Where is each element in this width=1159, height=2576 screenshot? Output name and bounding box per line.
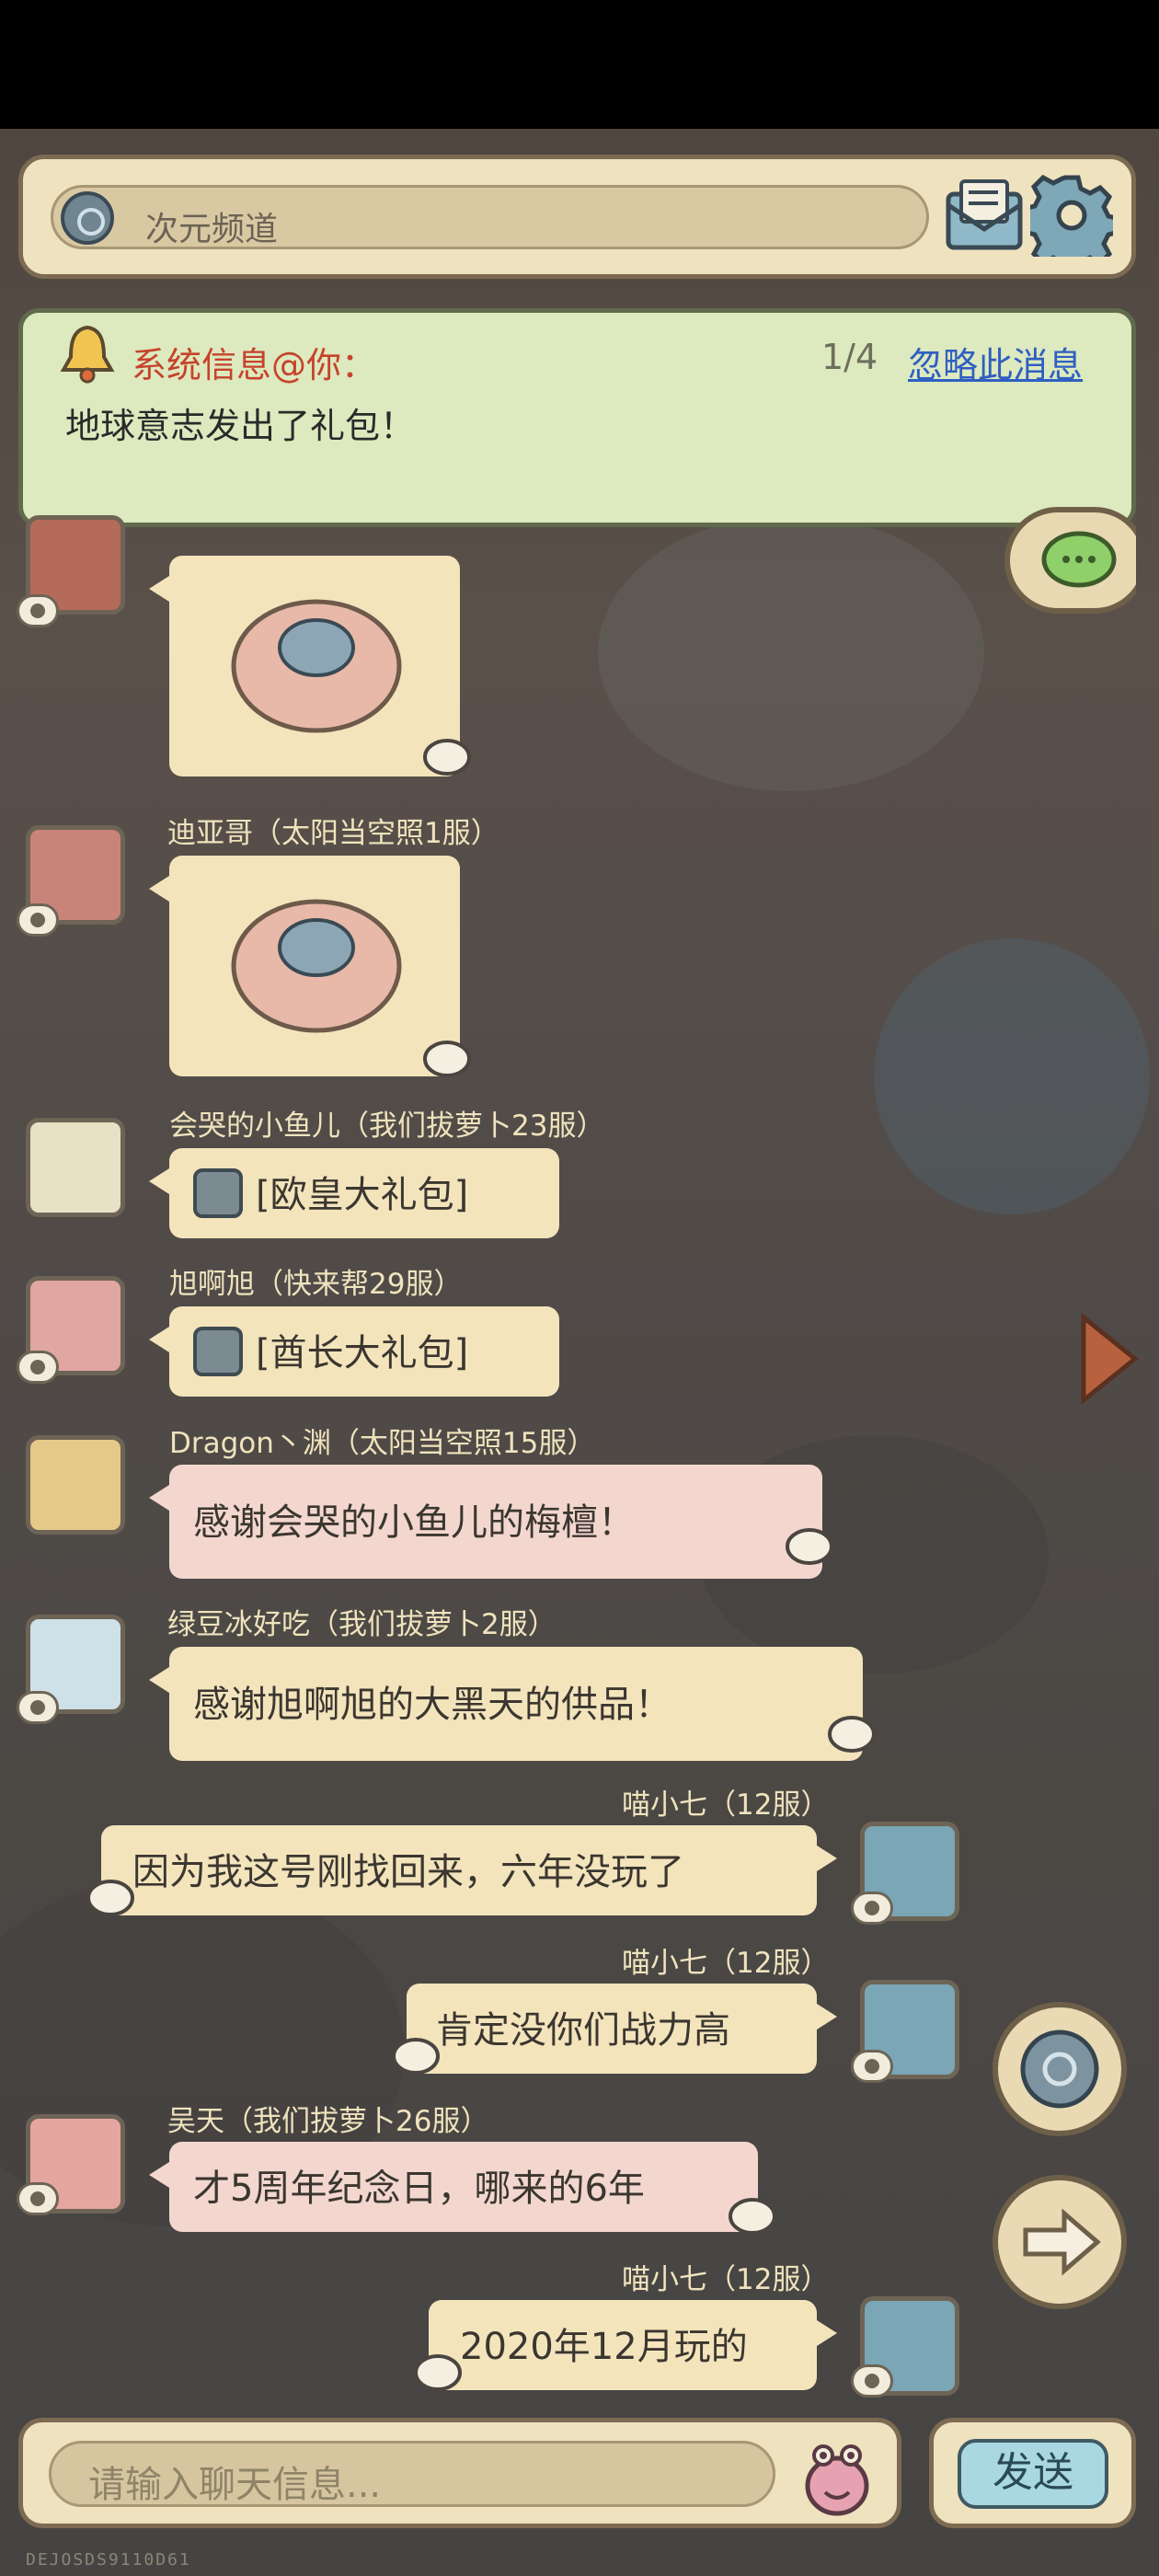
message-bubble[interactable]: [欧皇大礼包] [149,1148,559,1238]
gear-icon[interactable] [1030,174,1113,257]
status-bar [0,0,1159,129]
channel-selector[interactable]: 次元频道 [51,185,929,249]
view-profile-icon[interactable] [851,1892,893,1925]
send-button[interactable]: 发送 [958,2439,1108,2509]
sender-name: 绿豆冰好吃（我们拔萝卜2服） [167,1608,557,1641]
arrow-icon[interactable] [1078,1308,1142,1409]
message-text: [欧皇大礼包] [256,1174,469,1216]
message-bubble[interactable]: [酋长大礼包] [149,1306,559,1397]
view-profile-icon[interactable] [17,1351,59,1384]
view-profile-icon[interactable] [17,903,59,937]
view-profile-icon[interactable] [851,2364,893,2398]
sticker-bubble [149,556,460,776]
avatar[interactable] [26,1435,125,1535]
sticker-image [231,899,402,1033]
sender-name: 旭啊旭（快来帮29服） [169,1268,463,1301]
message-text: [酋长大礼包] [256,1332,469,1374]
mail-icon[interactable] [943,178,1026,255]
sender-name: 喵小七（12服） [622,2263,830,2296]
chat-icon[interactable] [989,506,1136,616]
quote-icon[interactable] [85,1877,136,1919]
quote-icon[interactable] [727,2195,778,2237]
refresh-icon[interactable] [989,1998,1131,2141]
notice-count: 1/4 [821,337,878,377]
notice-body: 地球意志发出了礼包！ [65,406,416,446]
next-arrow-icon[interactable] [989,2171,1131,2314]
quote-icon[interactable] [412,2352,464,2394]
gift-icon [193,1327,243,1376]
quote-icon[interactable] [826,1713,878,1755]
emoji-icon[interactable] [796,2435,878,2518]
message-text: 肯定没你们战力高 [436,2009,730,2052]
system-notice: 系统信息@你： 1/4 忽略此消息 地球意志发出了礼包！ [18,308,1136,527]
message-text: 才5周年纪念日，哪来的6年 [193,2168,645,2210]
send-panel: 发送 [929,2418,1136,2528]
chat-input-bar: 请输入聊天信息... [18,2418,901,2528]
message-text: 因为我这号刚找回来，六年没玩了 [132,1851,684,1893]
view-profile-icon[interactable] [17,1691,59,1724]
sender-name: 会哭的小鱼儿（我们拔萝卜23服） [169,1110,605,1143]
sticker-bubble [149,856,460,1076]
chat-input[interactable]: 请输入聊天信息... [49,2441,775,2507]
channel-icon [61,191,114,245]
gift-icon [193,1168,243,1218]
quote-icon[interactable] [421,736,473,778]
message-bubble[interactable]: 感谢会哭的小鱼儿的梅檀！ [149,1465,822,1579]
message-bubble[interactable]: 才5周年纪念日，哪来的6年 [149,2142,758,2232]
channel-label: 次元频道 [145,211,279,248]
sender-name: Dragon丶渊（太阳当空照15服） [169,1427,596,1460]
message-bubble[interactable]: 肯定没你们战力高 [407,1984,837,2074]
footer-id: DEJOSDS9110D61 [26,2550,191,2570]
avatar[interactable] [26,1118,125,1217]
channel-bar: 次元频道 [18,155,1136,279]
notice-title: 系统信息@你： [132,345,377,385]
quote-icon[interactable] [784,1525,835,1568]
sender-name: 喵小七（12服） [622,1947,830,1980]
message-text: 感谢旭啊旭的大黑天的供品！ [193,1684,671,1726]
message-text: 感谢会哭的小鱼儿的梅檀！ [193,1501,635,1544]
message-bubble[interactable]: 2020年12月玩的 [429,2300,837,2390]
sender-name: 迪亚哥（太阳当空照1服） [167,817,499,850]
view-profile-icon[interactable] [17,594,59,627]
ignore-message-link[interactable]: 忽略此消息 [908,337,1083,387]
quote-icon[interactable] [421,1038,473,1080]
sticker-image [231,599,402,733]
message-bubble[interactable]: 因为我这号刚找回来，六年没玩了 [101,1825,837,1915]
view-profile-icon[interactable] [851,2050,893,2083]
sender-name: 吴天（我们拔萝卜26服） [167,2105,489,2138]
view-profile-icon[interactable] [17,2182,59,2215]
quote-icon[interactable] [390,2035,442,2077]
message-bubble[interactable]: 感谢旭啊旭的大黑天的供品！ [149,1647,863,1761]
message-text: 2020年12月玩的 [460,2326,748,2368]
sender-name: 喵小七（12服） [622,1788,830,1822]
bell-icon [60,325,115,384]
